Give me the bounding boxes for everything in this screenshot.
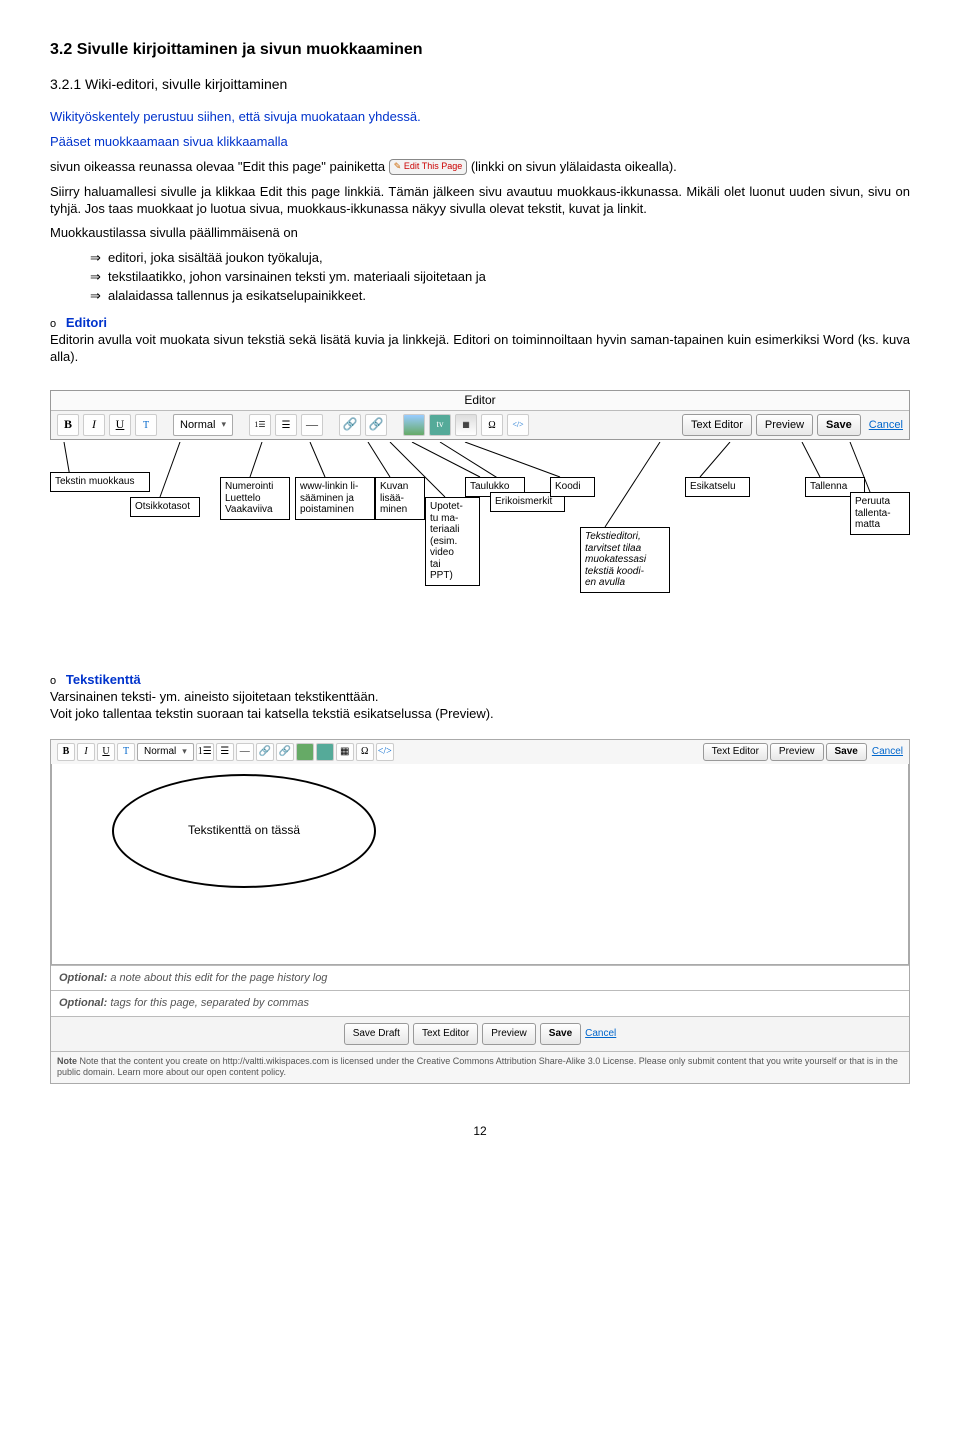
edit-area-screenshot: B I U T Normal▾ 1☰ ☰ — 🔗 🔗 ▦ Ω </> Text … — [50, 739, 910, 1084]
intro-p4: Muokkaustilassa sivulla päällimmäisenä o… — [50, 225, 910, 242]
tekstikentta-p2: Voit joko tallentaa tekstin suoraan tai … — [50, 706, 494, 721]
unlink-button[interactable]: 🔗 — [365, 414, 387, 436]
toolbar-row: B I U T Normal ▾ 1☰ ☰ — 🔗 🔗 tv ▦ Ω </> T… — [51, 411, 909, 439]
ordered-list-button[interactable]: 1☰ — [196, 743, 214, 761]
intro-p2a: Pääset muokkaamaan sivua klikkaamalla — [50, 134, 910, 151]
label-www-link: www-linkin li- sääminen ja poistaminen — [295, 477, 375, 520]
link-button[interactable]: 🔗 — [339, 414, 361, 436]
tekstikentta-title: Tekstikenttä — [66, 672, 141, 687]
optional-tags-field[interactable]: Optional: tags for this page, separated … — [51, 990, 909, 1015]
page-number: 12 — [50, 1124, 910, 1140]
label-numerointi: Numerointi Luettelo Vaakaviiva — [220, 477, 290, 520]
unlink-button[interactable]: 🔗 — [276, 743, 294, 761]
label-koodi: Koodi — [550, 477, 595, 497]
save-button[interactable]: Save — [826, 743, 867, 761]
label-tekstieditori: Tekstieditori, tarvitset tilaa muokatess… — [580, 527, 670, 593]
underline-button[interactable]: U — [97, 743, 115, 761]
italic-button[interactable]: I — [77, 743, 95, 761]
save-button[interactable]: Save — [540, 1023, 581, 1045]
unordered-list-button[interactable]: ☰ — [275, 414, 297, 436]
license-note: Note Note that the content you create on… — [51, 1051, 909, 1083]
intro-p2-line: sivun oikeassa reunassa olevaa "Edit thi… — [50, 159, 910, 176]
intro-p2c: (linkki on sivun ylälaidasta oikealla). — [471, 159, 677, 174]
special-char-button[interactable]: Ω — [481, 414, 503, 436]
link-button[interactable]: 🔗 — [256, 743, 274, 761]
tekstikentta-block: o Tekstikenttä Varsinainen teksti- ym. a… — [50, 672, 910, 723]
chevron-down-icon: ▾ — [221, 419, 226, 431]
hr-button[interactable]: — — [301, 414, 323, 436]
code-button[interactable]: </> — [507, 414, 529, 436]
chevron-down-icon: ▾ — [182, 746, 187, 758]
intro-list: ⇒editori, joka sisältää joukon työkaluja… — [90, 250, 910, 305]
editor-title-label: Editor — [51, 391, 909, 412]
text-color-button[interactable]: T — [117, 743, 135, 761]
pencil-icon: ✎ — [394, 161, 402, 171]
preview-button[interactable]: Preview — [770, 743, 824, 761]
label-kuvan: Kuvan lisää- minen — [375, 477, 425, 520]
save-draft-button[interactable]: Save Draft — [344, 1023, 409, 1045]
bottom-button-row: Save Draft Text Editor Preview Save Canc… — [51, 1016, 909, 1051]
ordered-list-button[interactable]: 1☰ — [249, 414, 271, 436]
subsection-heading: 3.2.1 Wiki-editori, sivulle kirjoittamin… — [50, 75, 910, 93]
embed-button[interactable] — [316, 743, 334, 761]
preview-button[interactable]: Preview — [482, 1023, 536, 1045]
intro-p1: Wikityöskentely perustuu siihen, että si… — [50, 109, 910, 126]
heading-select[interactable]: Normal ▾ — [173, 414, 233, 436]
text-editor-button[interactable]: Text Editor — [413, 1023, 478, 1045]
hr-button[interactable]: — — [236, 743, 254, 761]
label-tekstin-muokkaus: Tekstin muokkaus — [50, 472, 150, 492]
bold-button[interactable]: B — [57, 743, 75, 761]
tekstikentta-p1: Varsinainen teksti- ym. aineisto sijoite… — [50, 689, 379, 704]
image-button[interactable] — [403, 414, 425, 436]
toolbar-row-2: B I U T Normal▾ 1☰ ☰ — 🔗 🔗 ▦ Ω </> Text … — [51, 740, 909, 764]
text-editor-button[interactable]: Text Editor — [703, 743, 768, 761]
underline-button[interactable]: U — [109, 414, 131, 436]
save-button[interactable]: Save — [817, 414, 861, 436]
unordered-list-button[interactable]: ☰ — [216, 743, 234, 761]
text-color-button[interactable]: T — [135, 414, 157, 436]
arrow-icon: ⇒ — [90, 288, 108, 305]
oval-annotation: Tekstikenttä on tässä — [112, 774, 376, 888]
edit-this-page-button[interactable]: ✎ Edit This Page — [389, 159, 467, 175]
special-char-button[interactable]: Ω — [356, 743, 374, 761]
label-otsikkotasot: Otsikkotasot — [130, 497, 200, 517]
editori-block: o Editori Editorin avulla voit muokata s… — [50, 315, 910, 366]
text-editor-button[interactable]: Text Editor — [682, 414, 752, 436]
editori-title: Editori — [66, 315, 107, 330]
editor-toolbar-figure: Editor B I U T Normal ▾ 1☰ ☰ — 🔗 🔗 tv ▦ … — [50, 390, 910, 441]
table-button[interactable]: ▦ — [455, 414, 477, 436]
preview-button[interactable]: Preview — [756, 414, 813, 436]
embed-button[interactable]: tv — [429, 414, 451, 436]
cancel-link[interactable]: Cancel — [872, 745, 903, 758]
intro-p3: Siirry haluamallesi sivulle ja klikkaa E… — [50, 184, 910, 218]
editori-text: Editorin avulla voit muokata sivun tekst… — [50, 332, 910, 364]
italic-button[interactable]: I — [83, 414, 105, 436]
code-button[interactable]: </> — [376, 743, 394, 761]
arrow-icon: ⇒ — [90, 250, 108, 267]
label-esikatselu: Esikatselu — [685, 477, 750, 497]
label-peruuta: Peruuta tallenta- matta — [850, 492, 910, 535]
heading-select[interactable]: Normal▾ — [137, 743, 194, 761]
text-edit-area[interactable]: Tekstikenttä on tässä — [51, 764, 909, 965]
optional-note-field[interactable]: Optional: a note about this edit for the… — [51, 965, 909, 990]
toolbar-callout-diagram: Tekstin muokkaus Otsikkotasot Numerointi… — [50, 442, 910, 642]
label-upotettu: Upotet- tu ma- teriaali (esim. video tai… — [425, 497, 480, 586]
bold-button[interactable]: B — [57, 414, 79, 436]
section-heading: 3.2 Sivulle kirjoittaminen ja sivun muok… — [50, 40, 910, 61]
image-button[interactable] — [296, 743, 314, 761]
intro-p2b: sivun oikeassa reunassa olevaa "Edit thi… — [50, 159, 389, 174]
cancel-link[interactable]: Cancel — [869, 418, 903, 432]
table-button[interactable]: ▦ — [336, 743, 354, 761]
arrow-icon: ⇒ — [90, 269, 108, 286]
cancel-link[interactable]: Cancel — [585, 1027, 616, 1040]
